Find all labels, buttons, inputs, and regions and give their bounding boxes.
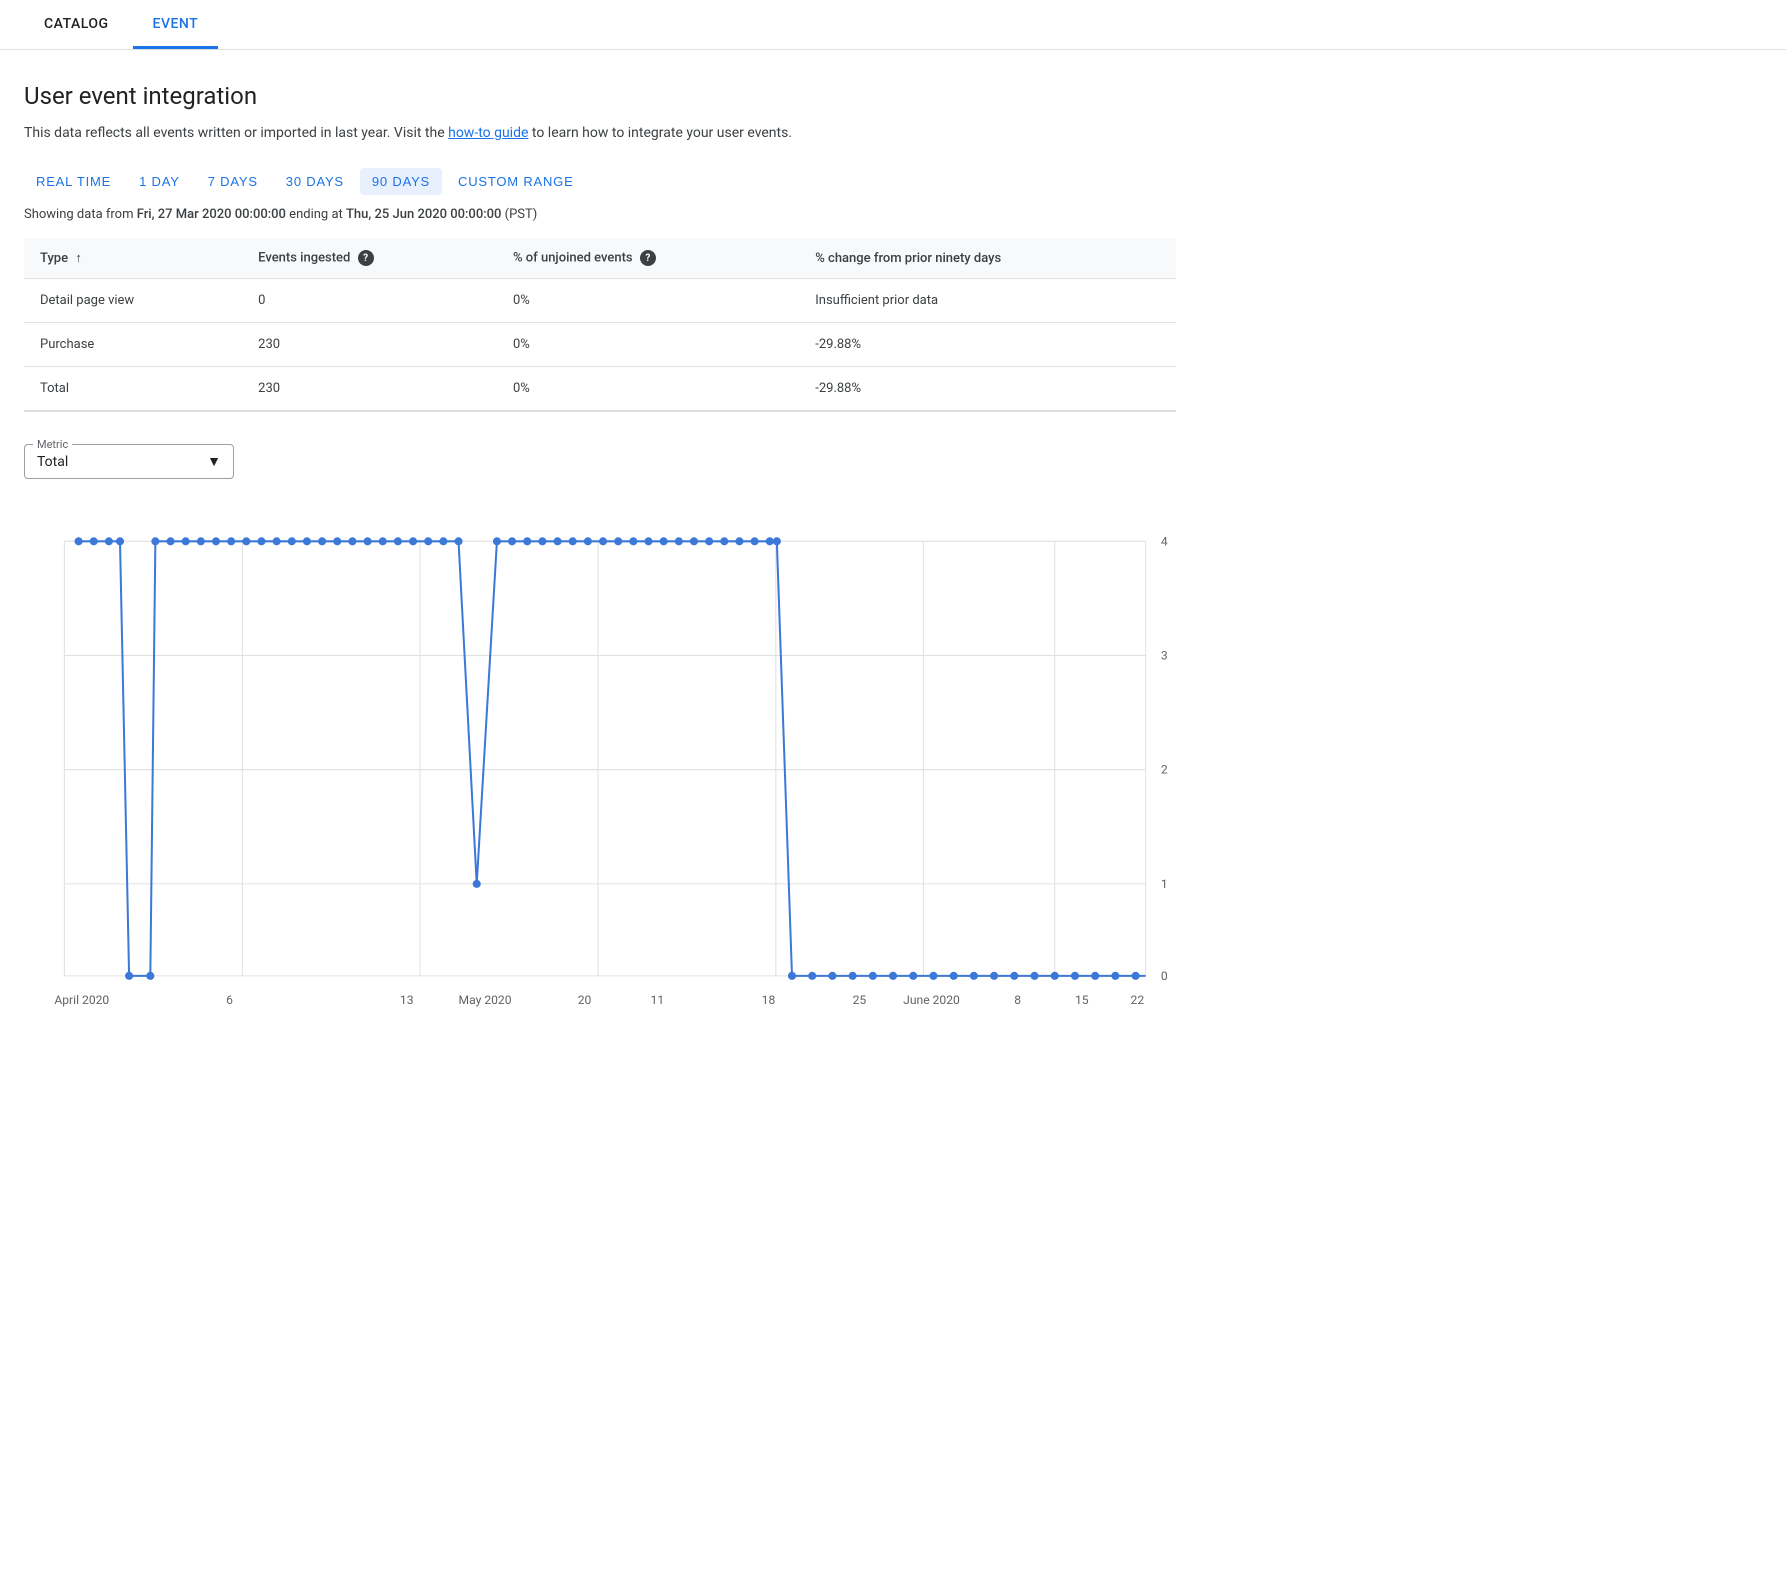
cell-unjoined-detail: 0% <box>497 279 799 323</box>
cell-change-detail: Insufficient prior data <box>799 279 1176 323</box>
svg-text:20: 20 <box>578 994 592 1008</box>
svg-text:1: 1 <box>1161 877 1168 891</box>
col-unjoined: % of unjoined events ? <box>497 238 799 279</box>
events-table: Type ↑ Events ingested ? % of unjoined e… <box>24 238 1176 412</box>
svg-text:April 2020: April 2020 <box>54 994 109 1008</box>
cell-type-detail: Detail page view <box>24 279 242 323</box>
dropdown-arrow-icon: ▼ <box>207 453 221 470</box>
table-row: Purchase 230 0% -29.88% <box>24 323 1176 367</box>
chart-container: 4 3 2 1 0 <box>24 511 1176 1080</box>
event-chart: 4 3 2 1 0 <box>24 511 1176 1036</box>
cell-ingested-purchase: 230 <box>242 323 497 367</box>
svg-text:3: 3 <box>1161 649 1168 663</box>
cell-unjoined-total: 0% <box>497 367 799 412</box>
svg-text:8: 8 <box>1014 994 1021 1008</box>
tab-7days[interactable]: 7 DAYS <box>196 168 270 195</box>
svg-text:2: 2 <box>1161 763 1168 777</box>
tab-90days[interactable]: 90 DAYS <box>360 168 442 195</box>
page-content: User event integration This data reflect… <box>0 50 1200 1113</box>
tab-event[interactable]: EVENT <box>133 0 219 49</box>
svg-text:0: 0 <box>1161 969 1168 983</box>
time-range-tabs: REAL TIME 1 DAY 7 DAYS 30 DAYS 90 DAYS C… <box>24 168 1176 195</box>
col-type[interactable]: Type ↑ <box>24 238 242 279</box>
help-icon-unjoined[interactable]: ? <box>640 250 656 266</box>
svg-text:13: 13 <box>400 994 414 1008</box>
page-description: This data reflects all events written or… <box>24 122 1176 144</box>
svg-text:25: 25 <box>853 994 867 1008</box>
svg-text:18: 18 <box>762 994 776 1008</box>
help-icon-events-ingested[interactable]: ? <box>358 250 374 266</box>
cell-change-total: -29.88% <box>799 367 1176 412</box>
cell-unjoined-purchase: 0% <box>497 323 799 367</box>
start-date: Fri, 27 Mar 2020 00:00:00 <box>137 207 286 222</box>
cell-ingested-detail: 0 <box>242 279 497 323</box>
metric-container: Metric Total ▼ <box>24 444 1176 479</box>
svg-text:22: 22 <box>1131 994 1145 1008</box>
tab-30days[interactable]: 30 DAYS <box>274 168 356 195</box>
col-change: % change from prior ninety days <box>799 238 1176 279</box>
metric-selected-value: Total <box>37 454 68 470</box>
svg-text:May 2020: May 2020 <box>459 994 512 1008</box>
tab-custom-range[interactable]: CUSTOM RANGE <box>446 168 586 195</box>
chart-line <box>79 542 1146 977</box>
chart-dots <box>75 538 1140 981</box>
how-to-guide-link[interactable]: how-to guide <box>448 125 528 141</box>
end-date: Thu, 25 Jun 2020 00:00:00 <box>346 207 501 222</box>
svg-text:15: 15 <box>1075 994 1089 1008</box>
top-navigation: CATALOG EVENT <box>0 0 1786 50</box>
cell-ingested-total: 230 <box>242 367 497 412</box>
svg-text:11: 11 <box>651 994 665 1008</box>
page-title: User event integration <box>24 82 1176 110</box>
svg-text:June 2020: June 2020 <box>903 994 960 1008</box>
tab-1day[interactable]: 1 DAY <box>127 168 192 195</box>
tab-realtime[interactable]: REAL TIME <box>24 168 123 195</box>
sort-arrow-type: ↑ <box>75 250 82 266</box>
date-range-info: Showing data from Fri, 27 Mar 2020 00:00… <box>24 207 1176 222</box>
svg-text:4: 4 <box>1161 535 1168 549</box>
cell-type-total: Total <box>24 367 242 412</box>
metric-dropdown-wrapper: Metric Total ▼ <box>24 444 234 479</box>
table-row: Detail page view 0 0% Insufficient prior… <box>24 279 1176 323</box>
metric-label: Metric <box>33 438 72 451</box>
cell-change-purchase: -29.88% <box>799 323 1176 367</box>
tab-catalog[interactable]: CATALOG <box>24 0 129 49</box>
svg-text:6: 6 <box>226 994 233 1008</box>
table-row-total: Total 230 0% -29.88% <box>24 367 1176 412</box>
col-events-ingested: Events ingested ? <box>242 238 497 279</box>
cell-type-purchase: Purchase <box>24 323 242 367</box>
